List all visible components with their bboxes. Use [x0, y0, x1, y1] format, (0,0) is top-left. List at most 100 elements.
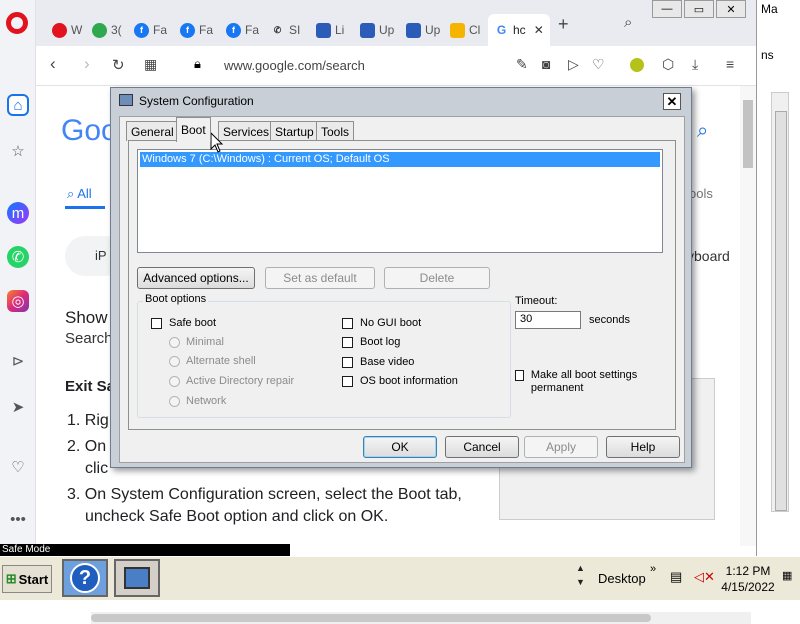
start-button[interactable]: ⊞ Start: [2, 565, 52, 593]
related-search-text[interactable]: yboard: [687, 248, 730, 264]
background-scrollbar[interactable]: [771, 92, 789, 512]
messenger-icon[interactable]: m: [7, 202, 29, 224]
download-icon[interactable]: ⤓: [692, 56, 698, 73]
tab-startup[interactable]: Startup: [270, 121, 319, 141]
instagram-icon[interactable]: ◎: [7, 290, 29, 312]
browser-tab[interactable]: f Fa: [128, 14, 168, 46]
help-button[interactable]: Help: [606, 436, 680, 458]
facebook-icon: f: [226, 22, 241, 38]
browser-tab[interactable]: Li: [310, 14, 350, 46]
tray-app-icon[interactable]: ▤: [670, 569, 682, 585]
horizontal-scrollbar[interactable]: [91, 612, 751, 624]
system-configuration-dialog: System Configuration ✕ General Boot Serv…: [110, 87, 692, 468]
radio-icon[interactable]: [169, 395, 180, 407]
tab-tools[interactable]: Tools: [316, 121, 355, 141]
safe-boot-checkbox[interactable]: Safe boot: [151, 317, 216, 329]
taskbar-help-button[interactable]: ?: [62, 559, 108, 597]
radio-icon[interactable]: [169, 336, 180, 348]
vertical-scrollbar[interactable]: [740, 86, 756, 546]
checkbox-icon[interactable]: [342, 336, 353, 348]
browser-tab[interactable]: f Fa: [174, 14, 214, 46]
radio-icon[interactable]: [169, 375, 180, 387]
send-icon[interactable]: ➤: [7, 396, 29, 418]
network-radio[interactable]: Network: [169, 395, 226, 407]
radio-icon[interactable]: [169, 355, 180, 367]
browser-tab[interactable]: ✆ SI: [264, 14, 304, 46]
tools-link[interactable]: ools: [689, 186, 713, 201]
opera-logo-icon[interactable]: [6, 12, 28, 34]
scrollbar-thumb[interactable]: [743, 100, 753, 168]
settings-icon[interactable]: ≡: [726, 56, 734, 72]
os-list[interactable]: Windows 7 (C:\Windows) : Current OS; Def…: [137, 149, 663, 253]
home-icon[interactable]: ⌂: [7, 94, 29, 116]
browser-tab[interactable]: Cl: [444, 14, 484, 46]
close-tab-icon[interactable]: ✕: [534, 23, 544, 37]
ad-repair-radio[interactable]: Active Directory repair: [169, 375, 294, 387]
close-window-icon[interactable]: ✕: [716, 0, 746, 18]
send-icon[interactable]: ▷: [568, 56, 579, 73]
browser-tab[interactable]: Up: [400, 14, 440, 46]
browser-tab[interactable]: W: [46, 14, 84, 46]
cancel-button[interactable]: Cancel: [445, 436, 519, 458]
make-permanent-checkbox[interactable]: Make all boot settings permanent: [515, 369, 655, 395]
edit-icon[interactable]: ✎: [516, 56, 528, 73]
ok-button[interactable]: OK: [363, 436, 437, 458]
tabs-grid-icon[interactable]: ▦: [144, 56, 157, 73]
whatsapp-icon[interactable]: ✆: [7, 246, 29, 268]
close-icon[interactable]: ✕: [663, 93, 681, 110]
apply-button[interactable]: Apply: [524, 436, 598, 458]
checkbox-icon[interactable]: [342, 356, 353, 368]
browser-tab[interactable]: 3(: [86, 14, 124, 46]
forward-icon[interactable]: ›: [84, 54, 90, 74]
no-gui-boot-checkbox[interactable]: No GUI boot: [342, 317, 421, 329]
show-desktop-icon[interactable]: ▦: [782, 569, 792, 582]
search-icon[interactable]: ⌕: [697, 120, 708, 143]
minimize-icon[interactable]: —: [652, 0, 682, 18]
tab-search-icon[interactable]: ⌕: [624, 14, 632, 31]
minimal-radio[interactable]: Minimal: [169, 336, 224, 348]
dialog-titlebar[interactable]: System Configuration ✕: [115, 91, 687, 113]
heart-icon[interactable]: ♡: [7, 456, 29, 478]
chevron-icon[interactable]: »: [650, 563, 656, 575]
advanced-options-button[interactable]: Advanced options...: [137, 267, 255, 289]
toolbar-scroll[interactable]: ▲ ▼: [576, 561, 585, 589]
more-icon[interactable]: •••: [7, 508, 29, 530]
taskbar-msconfig-button[interactable]: [114, 559, 160, 597]
tab-all[interactable]: ⌕ All: [67, 186, 92, 202]
url-field[interactable]: www.google.com/search: [224, 58, 365, 73]
cube-icon[interactable]: ⬡: [662, 56, 674, 73]
volume-muted-icon[interactable]: ◁✕: [694, 569, 715, 585]
os-list-item[interactable]: Windows 7 (C:\Windows) : Current OS; Def…: [140, 152, 660, 167]
tab-general[interactable]: General: [126, 121, 179, 141]
pinboard-icon[interactable]: ☆: [7, 140, 29, 162]
extension-icon[interactable]: [630, 58, 644, 72]
timeout-input[interactable]: 30: [515, 311, 581, 329]
checkbox-icon[interactable]: [515, 370, 524, 381]
set-as-default-button[interactable]: Set as default: [265, 267, 375, 289]
new-tab-icon[interactable]: +: [558, 14, 569, 35]
browser-tab[interactable]: f Fa: [220, 14, 260, 46]
player-icon[interactable]: ⊳: [7, 350, 29, 372]
checkbox-icon[interactable]: [342, 317, 353, 329]
scrollbar-thumb[interactable]: [775, 111, 787, 511]
heart-icon[interactable]: ♡: [592, 56, 605, 73]
base-video-checkbox[interactable]: Base video: [342, 356, 414, 368]
os-boot-info-checkbox[interactable]: OS boot information: [342, 375, 458, 387]
delete-button[interactable]: Delete: [384, 267, 490, 289]
checkbox-icon[interactable]: [342, 375, 353, 387]
browser-tab-active[interactable]: Ghc ✕: [488, 14, 550, 46]
alternate-shell-radio[interactable]: Alternate shell: [169, 355, 256, 367]
camera-icon[interactable]: ◙: [542, 56, 550, 72]
clock-date: 4/15/2022: [721, 580, 775, 594]
maximize-icon[interactable]: ▭: [684, 0, 714, 18]
clock[interactable]: 1:12 PM 4/15/2022: [720, 563, 776, 595]
browser-tab[interactable]: Up: [354, 14, 394, 46]
back-icon[interactable]: ‹: [50, 54, 56, 74]
tab-boot[interactable]: Boot: [176, 117, 211, 142]
reload-icon[interactable]: ↻: [112, 56, 125, 74]
checkbox-icon[interactable]: [151, 317, 162, 329]
boot-log-checkbox[interactable]: Boot log: [342, 336, 400, 348]
scrollbar-thumb[interactable]: [91, 614, 651, 622]
tab-services[interactable]: Services: [218, 121, 275, 141]
desktop-toolbar[interactable]: Desktop: [598, 571, 646, 586]
